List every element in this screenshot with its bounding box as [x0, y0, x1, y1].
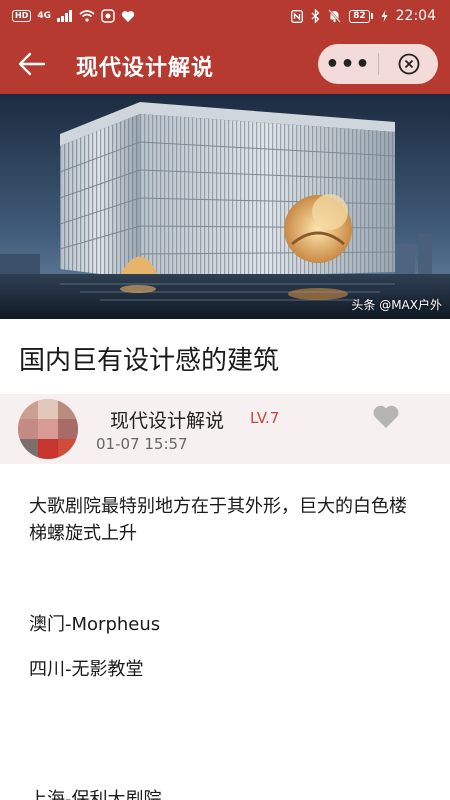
charging-icon [381, 10, 388, 22]
paragraph: 大歌剧院最特别地方在于其外形，巨大的白色楼梯螺旋式上升 [29, 496, 407, 544]
avatar-image [18, 399, 78, 459]
more-button[interactable]: ••• [318, 44, 378, 84]
battery-indicator: 82 [349, 9, 373, 23]
author-level-badge: LV.7 [250, 409, 280, 427]
app-notification-icon [101, 9, 115, 23]
hero-image[interactable]: 头条 @MAX户外 [0, 94, 450, 319]
author-name[interactable]: 现代设计解说 [110, 406, 224, 433]
battery-level: 82 [349, 9, 370, 23]
author-row: 现代设计解说 LV.7 01-07 15:57 [0, 394, 450, 464]
status-bar: HD 4G 82 22:04 [0, 0, 450, 34]
hd-badge: HD [12, 10, 32, 22]
heart-icon [373, 405, 399, 428]
nfc-icon [291, 9, 304, 23]
paragraph: 澳门-Morpheus [29, 614, 161, 635]
paragraph: 四川-无影教堂 [29, 659, 144, 680]
like-button[interactable] [372, 404, 400, 430]
building-photo [0, 94, 450, 319]
author-avatar[interactable] [18, 399, 78, 459]
close-button[interactable] [379, 44, 438, 84]
mute-bell-icon [328, 9, 341, 23]
wifi-icon [79, 10, 95, 22]
app-header: 现代设计解说 ••• [0, 34, 450, 94]
article-title: 国内巨有设计感的建筑 [19, 346, 280, 376]
bluetooth-icon [311, 9, 320, 23]
heart-notification-icon [121, 10, 135, 22]
close-circle-icon [398, 53, 419, 75]
back-button[interactable] [16, 50, 48, 78]
back-arrow-icon [18, 52, 46, 76]
paragraph: 上海-保利大剧院 [29, 789, 162, 800]
image-credit: 头条 @MAX户外 [351, 298, 442, 312]
post-timestamp: 01-07 15:57 [96, 435, 188, 453]
page-title: 现代设计解说 [76, 56, 215, 81]
signal-icon [57, 10, 72, 22]
miniapp-capsule: ••• [318, 44, 438, 84]
clock: 22:04 [395, 8, 436, 24]
network-type: 4G [37, 11, 51, 21]
